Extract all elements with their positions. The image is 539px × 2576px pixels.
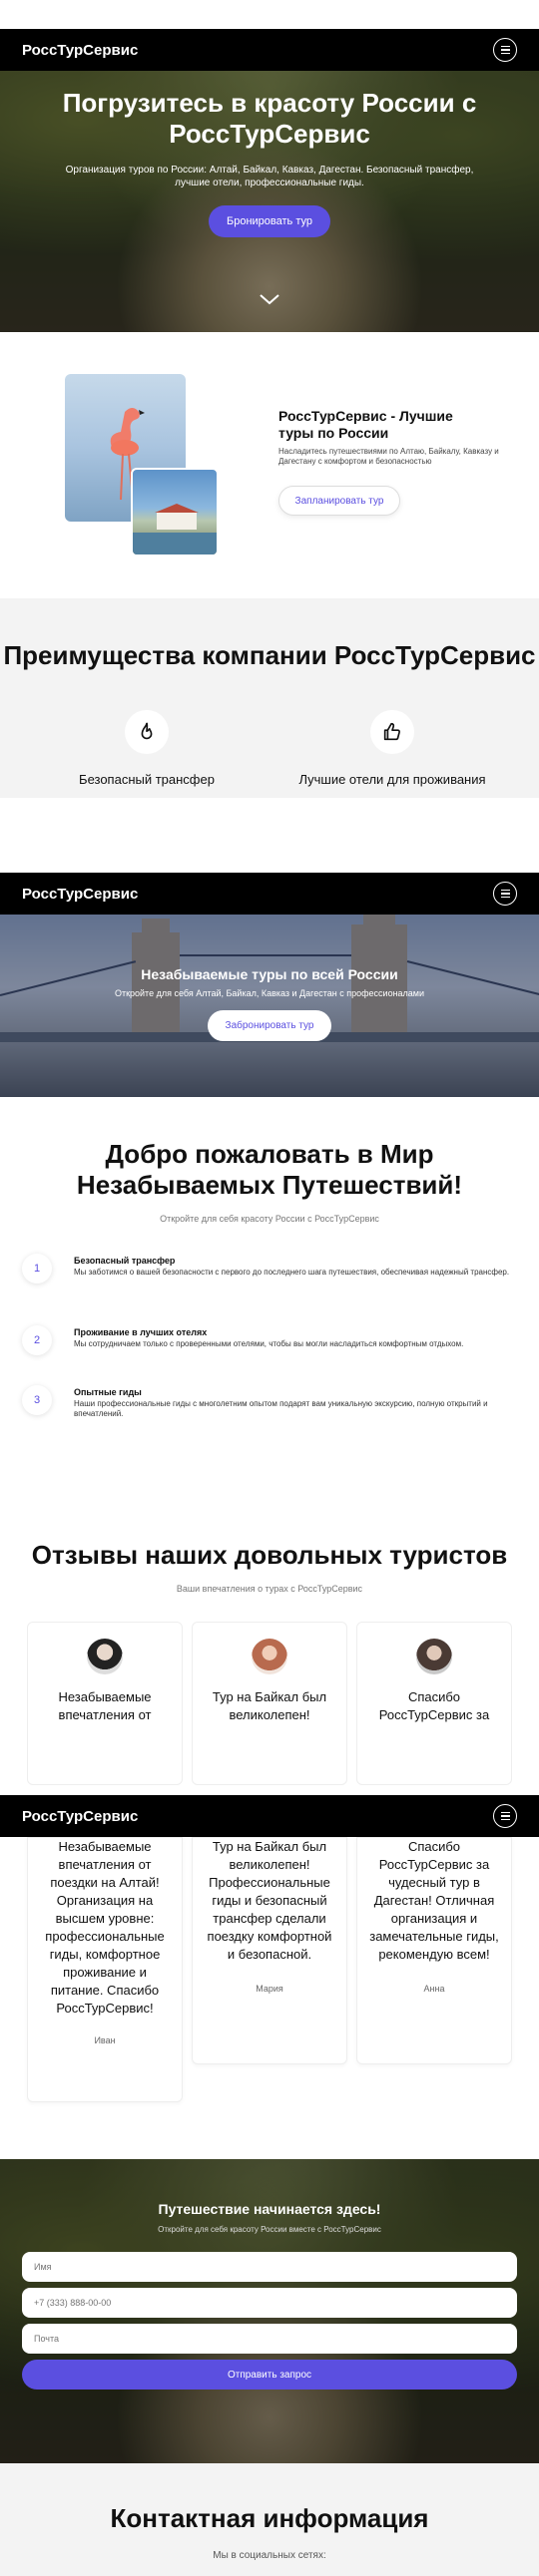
advantage-item: Безопасный трансфер [27,710,267,787]
avatar [416,1639,452,1674]
reviewer-name: Анна [423,1984,445,1994]
review-text: Спасибо РоссТурСервис за [378,1689,490,1722]
tours-banner: Незабываемые туры по всей России Откройт… [0,915,539,1097]
welcome-section: Добро пожаловать в Мир Незабываемых Путе… [0,1097,539,1466]
contact-subtitle: Мы в социальных сетях: [213,2550,326,2561]
step-number: 1 [22,1254,52,1284]
submit-request-button[interactable]: Отправить запрос [22,2360,517,2390]
review-text: Незабываемые впечатления от поездки на А… [45,1839,165,2016]
step-title: Опытные гиды [74,1387,142,1397]
reserve-tour-button[interactable]: Забронировать тур [207,1010,332,1041]
page: РоссТурСервис Погрузитесь в красоту Росс… [0,0,539,2576]
plan-tour-button[interactable]: Запланировать тур [278,486,400,516]
phone-input[interactable] [22,2288,517,2318]
name-input[interactable] [22,2252,517,2282]
contact-title: Контактная информация [110,2503,429,2533]
review-card: Незабываемые впечатления от [27,1622,183,1785]
banner-title: Незабываемые туры по всей России [141,966,398,982]
chevron-down-icon[interactable] [259,288,280,310]
avatar [87,1639,123,1674]
site-header-sticky: РоссТурСервис [0,1795,539,1837]
review-card: Тур на Байкал был великолепен! [192,1622,347,1785]
step-number: 2 [22,1325,52,1355]
book-tour-button[interactable]: Бронировать тур [209,205,330,237]
logo[interactable]: РоссТурСервис [22,42,138,59]
reviews-title: Отзывы наших довольных туристов [31,1540,508,1570]
step-text: Мы сотрудничаем только с проверенными от… [74,1339,464,1348]
review-card: Спасибо РоссТурСервис за [356,1622,512,1785]
welcome-title: Добро пожаловать в Мир Незабываемых Путе… [76,1139,463,1200]
review-text: Тур на Байкал был великолепен! Профессио… [207,1839,332,1962]
avatar [252,1639,287,1674]
advantage-label: Безопасный трансфер [79,772,215,787]
hero-title: Погрузитесь в красоту России с РоссТурСе… [62,88,477,149]
step-title: Проживание в лучших отелях [74,1327,208,1337]
site-header-sticky: РоссТурСервис [0,873,539,915]
review-text: Незабываемые впечатления от [58,1689,152,1722]
reviewer-name: Иван [94,2035,116,2045]
step-number: 3 [22,1385,52,1415]
reviewer-name: Мария [256,1984,283,1994]
review-card: Спасибо РоссТурСервис за чудесный тур в … [356,1837,512,2064]
email-input[interactable] [22,2324,517,2354]
intro-description: Насладитесь путешествиями по Алтаю, Байк… [278,447,499,466]
hero-subtitle: Организация туров по России: Алтай, Байк… [65,165,474,188]
flame-icon [141,722,153,740]
advantage-label: Лучшие отели для проживания [298,772,486,787]
logo[interactable]: РоссТурСервис [22,1808,138,1825]
thumbs-up-icon [383,722,400,741]
review-card: Незабываемые впечатления от поездки на А… [27,1837,183,2102]
request-form-section: Путешествие начинается здесь! Откройте д… [0,2159,539,2463]
menu-icon[interactable] [493,1804,517,1828]
advantages-section: Преимущества компании РоссТурСервис Безо… [0,598,539,798]
banner-subtitle: Откройте для себя Алтай, Байкал, Кавказ … [114,988,425,998]
menu-icon[interactable] [493,38,517,62]
reviews-section: Отзывы наших довольных туристов Ваши впе… [0,1466,539,1785]
step-title: Безопасный трансфер [74,1256,176,1266]
reviews-section-continued: Незабываемые впечатления от поездки на А… [0,1805,539,2159]
intro-title: РоссТурСервис - Лучшие туры по России [278,408,453,441]
contact-section: Контактная информация Мы в социальных се… [0,2463,539,2576]
review-card: Тур на Байкал был великолепен! Профессио… [192,1837,347,2064]
step-text: Мы заботимся о вашей безопасности с перв… [74,1268,510,1277]
welcome-subtitle: Откройте для себя красоту России с РоссТ… [160,1214,379,1224]
form-subtitle: Откройте для себя красоту России вместе … [158,2225,381,2234]
step-text: Наши профессиональные гиды с многолетним… [74,1399,488,1418]
form-title: Путешествие начинается здесь! [158,2201,381,2217]
seaside-house-photo [131,468,219,556]
intro-section: РоссТурСервис - Лучшие туры по России На… [0,332,539,598]
review-text: Спасибо РоссТурСервис за чудесный тур в … [369,1839,499,1962]
logo[interactable]: РоссТурСервис [22,886,138,903]
review-text: Тур на Байкал был великолепен! [212,1689,327,1722]
advantages-title: Преимущества компании РоссТурСервис [3,640,536,670]
reviews-subtitle: Ваши впечатления о турах с РоссТурСервис [176,1584,363,1594]
advantage-item: Лучшие отели для проживания [272,710,512,787]
site-header: РоссТурСервис [0,29,539,71]
hero-section: Погрузитесь в красоту России с РоссТурСе… [0,29,539,332]
menu-icon[interactable] [493,882,517,906]
